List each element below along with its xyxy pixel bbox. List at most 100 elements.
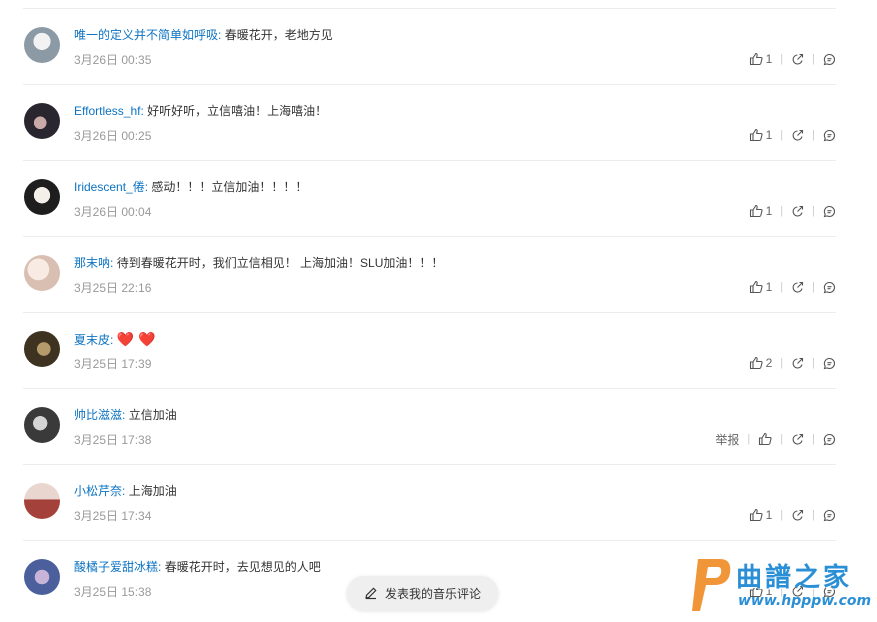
share-button[interactable] [791, 357, 804, 370]
post-comment-label: 发表我的音乐评论 [384, 586, 481, 601]
report-button[interactable]: 举报 [715, 431, 739, 448]
reply-button[interactable] [823, 585, 836, 598]
avatar[interactable] [24, 483, 60, 519]
comment-content: 待到春暖花开时，我们立信相见！ 上海加油！SLU加油！！！ [116, 256, 444, 270]
thumbs-up-icon [758, 432, 772, 446]
divider: | [780, 53, 784, 65]
like-button[interactable]: 2 [749, 356, 773, 370]
comment-icon [823, 205, 836, 218]
comment-item: Effortless_hf: 好听好听，立信嘻油！上海嘻油！ 3月26日 00:… [23, 84, 836, 160]
comment-username[interactable]: Iridescent_倦: [74, 180, 148, 194]
post-comment-button[interactable]: 发表我的音乐评论 [347, 576, 498, 610]
comment-actions: 1 | | [749, 506, 836, 524]
share-button[interactable] [791, 129, 804, 142]
divider: | [812, 357, 815, 369]
comment-time: 3月25日 17:34 [74, 509, 152, 523]
like-button[interactable]: 1 [749, 52, 773, 66]
thumbs-up-icon [749, 204, 763, 218]
comment-actions: 举报 | | | [715, 430, 836, 448]
comment-time: 3月25日 17:38 [74, 433, 152, 447]
comment-icon [823, 357, 836, 370]
share-button[interactable] [791, 433, 804, 446]
like-count: 1 [765, 508, 773, 522]
comment-icon [823, 585, 836, 598]
comment-item: Iridescent_倦: 感动！！！立信加油！！！！ 3月26日 00:04 … [23, 160, 836, 236]
share-button[interactable] [791, 205, 804, 218]
avatar[interactable] [24, 103, 60, 139]
comment-content: 上海加油 [128, 484, 177, 498]
comment-content: 好听好听，立信嘻油！上海嘻油！ [147, 104, 328, 118]
comment-icon [823, 509, 836, 522]
comment-content: 感动！！！立信加油！！！！ [151, 180, 308, 194]
share-button[interactable] [791, 281, 804, 294]
divider: | [780, 357, 784, 369]
avatar[interactable] [24, 407, 60, 443]
comment-content: 春暖花开，老地方见 [224, 28, 333, 42]
like-count: 1 [765, 280, 773, 294]
like-button[interactable]: 1 [749, 280, 773, 294]
reply-button[interactable] [823, 433, 836, 446]
divider: | [780, 129, 784, 141]
comment-username[interactable]: 小松芹奈: [74, 484, 125, 498]
comment-username[interactable]: 唯一的定义并不简单如呼吸: [74, 28, 221, 42]
like-count: 2 [765, 356, 773, 370]
avatar[interactable] [24, 27, 60, 63]
like-button[interactable] [758, 432, 772, 446]
comment-item: 小松芹奈: 上海加油 3月25日 17:34 1 | | [23, 464, 836, 540]
reply-button[interactable] [823, 509, 836, 522]
share-icon [791, 509, 804, 522]
avatar[interactable] [24, 255, 60, 291]
thumbs-up-icon [749, 356, 763, 370]
thumbs-up-icon [749, 280, 763, 294]
reply-button[interactable] [823, 205, 836, 218]
share-button[interactable] [791, 509, 804, 522]
like-count: 1 [765, 204, 773, 218]
avatar[interactable] [24, 559, 60, 595]
like-count: 1 [765, 128, 773, 142]
like-button[interactable]: 1 [749, 128, 773, 142]
divider: | [812, 433, 815, 445]
divider: | [812, 585, 815, 597]
divider: | [780, 585, 784, 597]
comment-actions: 1 | | [749, 202, 836, 220]
share-button[interactable] [791, 53, 804, 66]
avatar[interactable] [24, 331, 60, 367]
share-icon [791, 129, 804, 142]
share-icon [791, 53, 804, 66]
comment-content: 立信加油 [128, 408, 177, 422]
like-count: 1 [765, 52, 773, 66]
like-button[interactable]: 1 [749, 584, 772, 598]
reply-button[interactable] [823, 357, 836, 370]
comment-username[interactable]: 那末呐: [74, 256, 113, 270]
share-icon [791, 433, 804, 446]
heart-emoji: ❤️ ❤️ [116, 331, 156, 347]
comment-username[interactable]: 酸橘子爱甜冰糕: [74, 560, 161, 574]
comment-time: 3月25日 15:38 [74, 585, 152, 599]
share-button[interactable] [791, 585, 804, 598]
divider: | [780, 205, 784, 217]
divider: | [812, 53, 815, 65]
comment-actions: 1 | | [749, 50, 836, 68]
comment-username[interactable]: 帅比滋滋: [74, 408, 125, 422]
divider: | [812, 281, 815, 293]
comment-actions: 1 | | [749, 126, 836, 144]
comment-username[interactable]: 夏末皮: [74, 333, 113, 347]
share-icon [791, 281, 804, 294]
avatar[interactable] [24, 179, 60, 215]
divider: | [747, 433, 751, 445]
comment-time: 3月25日 17:39 [74, 357, 152, 371]
like-button[interactable]: 1 [749, 508, 773, 522]
comment-time: 3月25日 22:16 [74, 281, 152, 295]
comment-username[interactable]: Effortless_hf: [74, 104, 144, 118]
reply-button[interactable] [823, 281, 836, 294]
like-button[interactable]: 1 [749, 204, 773, 218]
edit-pen-icon [364, 586, 378, 600]
comment-item: 那末呐: 待到春暖花开时，我们立信相见！ 上海加油！SLU加油！！！ 3月25日… [23, 236, 836, 312]
reply-button[interactable] [823, 53, 836, 66]
share-icon [791, 205, 804, 218]
divider: | [780, 433, 784, 445]
share-icon [791, 585, 804, 598]
divider: | [780, 281, 784, 293]
reply-button[interactable] [823, 129, 836, 142]
divider: | [780, 509, 784, 521]
